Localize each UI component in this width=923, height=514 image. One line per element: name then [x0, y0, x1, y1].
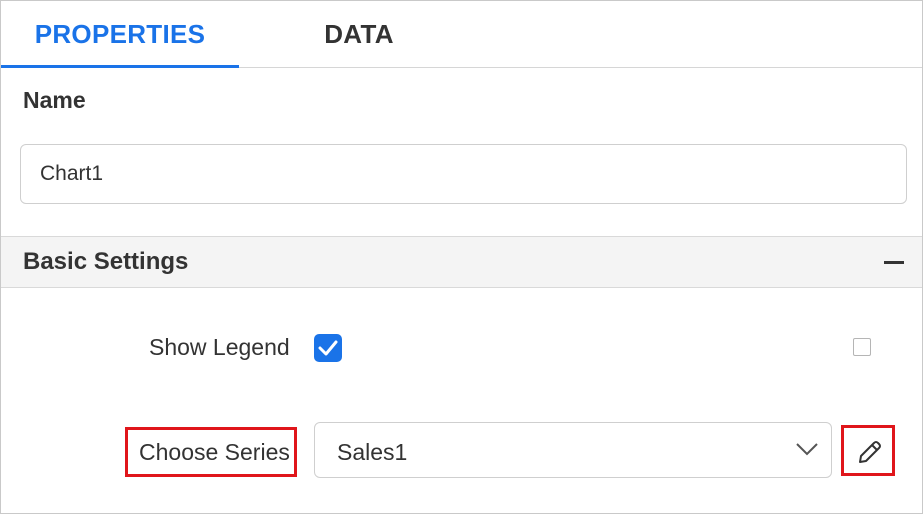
show-legend-label: Show Legend — [149, 334, 290, 360]
tab-data[interactable]: DATA — [239, 1, 479, 67]
checkmark-icon — [318, 340, 338, 356]
name-label: Name — [23, 87, 86, 113]
name-input[interactable] — [20, 144, 907, 204]
tab-data-label: DATA — [324, 18, 394, 49]
pencil-icon — [859, 441, 881, 463]
legend-option-checkbox[interactable] — [853, 338, 871, 356]
minus-icon[interactable] — [884, 261, 904, 264]
tab-properties-label: PROPERTIES — [34, 18, 206, 49]
basic-settings-header[interactable]: Basic Settings — [1, 236, 922, 288]
tab-properties[interactable]: PROPERTIES — [1, 1, 239, 68]
series-dropdown[interactable]: Sales1 — [314, 422, 832, 478]
tab-bar: PROPERTIES DATA — [1, 1, 922, 68]
properties-panel: PROPERTIES DATA Name Basic Settings Show… — [0, 0, 923, 514]
chevron-down-icon — [796, 443, 818, 456]
series-selected-value: Sales1 — [337, 439, 408, 465]
basic-settings-title: Basic Settings — [23, 248, 189, 275]
edit-series-button[interactable] — [841, 425, 895, 476]
choose-series-label: Choose Series — [139, 439, 290, 465]
show-legend-checkbox[interactable] — [314, 334, 342, 362]
